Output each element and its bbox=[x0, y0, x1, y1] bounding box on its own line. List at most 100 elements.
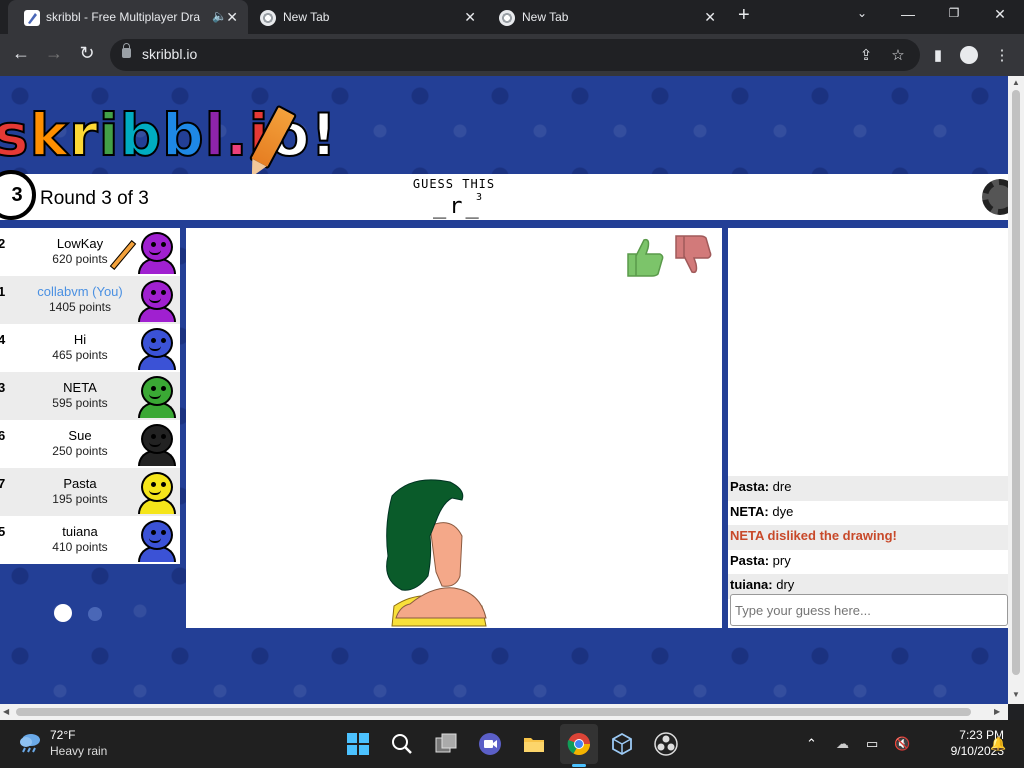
chat-text: pry bbox=[772, 552, 791, 568]
chat-message: NETA: dye bbox=[728, 501, 1008, 526]
minimize-icon[interactable]: — bbox=[898, 6, 918, 22]
player-name: NETA bbox=[63, 380, 97, 395]
new-tab-button[interactable]: + bbox=[738, 4, 750, 27]
guess-input[interactable] bbox=[730, 594, 1008, 626]
close-window-icon[interactable]: ✕ bbox=[990, 6, 1010, 23]
page-dot[interactable] bbox=[88, 607, 102, 621]
chrome-taskbar-icon[interactable] bbox=[567, 732, 591, 756]
close-tab-icon[interactable]: ✕ bbox=[464, 9, 476, 26]
restore-icon[interactable]: ❐ bbox=[944, 6, 964, 20]
share-icon[interactable]: ⇪ bbox=[856, 46, 876, 64]
tab-strip: skribbl - Free Multiplayer Dra 🔈 ✕ New T… bbox=[0, 0, 1024, 34]
browser-toolbar: ← → ↻ skribbl.io ⇪ ☆ ▮ ⋮ bbox=[0, 34, 1024, 76]
menu-icon[interactable]: ⋮ bbox=[992, 46, 1012, 64]
profile-icon[interactable] bbox=[960, 46, 978, 64]
chrome-icon bbox=[499, 10, 515, 26]
chat-author: Pasta: bbox=[730, 479, 770, 494]
player-avatar bbox=[138, 280, 176, 322]
player-name: Sue bbox=[68, 428, 92, 443]
player-avatar bbox=[138, 472, 176, 514]
task-view-icon[interactable] bbox=[434, 732, 458, 756]
player-points: 250 points bbox=[52, 444, 108, 458]
horizontal-scrollbar[interactable]: ◀ ▶ bbox=[0, 704, 1008, 720]
start-windows-icon[interactable] bbox=[346, 732, 370, 756]
chrome-icon bbox=[260, 10, 276, 26]
chat-author: tuiana: bbox=[730, 577, 773, 592]
tab-title: New Tab bbox=[283, 10, 330, 24]
chat-author: NETA: bbox=[730, 503, 769, 519]
player-avatar bbox=[138, 376, 176, 418]
player-name: collabvm (You) bbox=[37, 284, 123, 299]
tab-search-icon[interactable]: ⌄ bbox=[852, 6, 872, 20]
word-length: 3 bbox=[476, 192, 483, 203]
weather-desc: Heavy rain bbox=[50, 744, 108, 758]
player-row[interactable]: 4 Hi 465 points bbox=[0, 324, 180, 372]
chat-system-message: NETA disliked the drawing! bbox=[728, 525, 1008, 550]
drawing-canvas[interactable] bbox=[186, 228, 722, 628]
player-avatar bbox=[138, 232, 176, 274]
reload-icon[interactable]: ↻ bbox=[75, 43, 99, 64]
tab-title: skribbl - Free Multiplayer Dra bbox=[46, 10, 201, 24]
network-icon[interactable]: ▭ bbox=[866, 736, 878, 752]
tab-new-tab-2[interactable]: New Tab ✕ bbox=[490, 0, 728, 34]
logo-letter: i bbox=[98, 100, 120, 170]
thumbs-down-icon[interactable] bbox=[672, 234, 714, 278]
logo-letter: ! bbox=[309, 100, 338, 170]
obs-icon[interactable] bbox=[654, 732, 678, 756]
back-icon[interactable]: ← bbox=[9, 43, 33, 64]
logo-letter: b bbox=[161, 100, 205, 170]
player-avatar bbox=[138, 520, 176, 562]
forward-icon[interactable]: → bbox=[42, 43, 66, 64]
meet-video-icon[interactable] bbox=[478, 732, 502, 756]
close-tab-icon[interactable]: ✕ bbox=[226, 9, 238, 26]
player-name: tuiana bbox=[62, 524, 98, 539]
url-text: skribbl.io bbox=[142, 46, 198, 62]
round-text: Round 3 of 3 bbox=[40, 188, 149, 209]
player-name: Pasta bbox=[63, 476, 97, 491]
player-points: 595 points bbox=[52, 396, 108, 410]
side-panel-icon[interactable]: ▮ bbox=[928, 46, 948, 64]
page-viewport: skribbl.io! 3 Round 3 of 3 GUESS THIS _r… bbox=[0, 76, 1008, 704]
player-avatar bbox=[138, 424, 176, 466]
tab-title: New Tab bbox=[522, 10, 569, 24]
chat-text: dre bbox=[772, 479, 792, 494]
tray-chevron-icon[interactable]: ⌃ bbox=[806, 736, 817, 752]
player-row[interactable]: 7 Pasta 195 points bbox=[0, 468, 180, 516]
volume-muted-icon[interactable]: 🔇 bbox=[894, 736, 910, 752]
player-row[interactable]: 2 LowKay 620 points bbox=[0, 228, 180, 276]
notification-bell-icon[interactable]: 🔔 bbox=[990, 736, 1006, 752]
file-explorer-icon[interactable] bbox=[522, 732, 546, 756]
onedrive-icon[interactable]: ☁ bbox=[836, 736, 849, 752]
chat-messages: Pasta: dre NETA: dye NETA disliked the dra… bbox=[728, 476, 1008, 599]
weather-rain-icon[interactable] bbox=[18, 730, 42, 754]
speaker-icon[interactable]: 🔈 bbox=[212, 9, 227, 23]
player-row[interactable]: 1 collabvm (You) 1405 points bbox=[0, 276, 180, 324]
tab-new-tab-1[interactable]: New Tab ✕ bbox=[250, 0, 488, 34]
word-hint: _r_ bbox=[433, 194, 482, 219]
player-row[interactable]: 6 Sue 250 points bbox=[0, 420, 180, 468]
windows-taskbar: 72°F Heavy rain ⌃ ☁ ▭ 🔇 7:23 PM 9/10/202… bbox=[0, 720, 1024, 768]
active-indicator bbox=[572, 764, 586, 767]
search-icon[interactable] bbox=[390, 732, 414, 756]
bookmark-star-icon[interactable]: ☆ bbox=[888, 46, 908, 64]
player-row[interactable]: 3 NETA 595 points bbox=[0, 372, 180, 420]
player-points: 620 points bbox=[52, 252, 108, 266]
chat-message: Pasta: dre bbox=[728, 476, 1008, 501]
drawing-figure bbox=[386, 479, 487, 627]
address-bar[interactable]: skribbl.io bbox=[110, 39, 920, 71]
vertical-scroll-thumb[interactable] bbox=[1012, 90, 1020, 675]
player-row[interactable]: 5 tuiana 410 points bbox=[0, 516, 180, 564]
thumbs-up-icon[interactable] bbox=[624, 234, 666, 278]
page-dot-active[interactable] bbox=[54, 604, 72, 622]
tab-skribbl[interactable]: skribbl - Free Multiplayer Dra 🔈 ✕ bbox=[8, 0, 248, 34]
weather-temp: 72°F bbox=[50, 728, 76, 742]
vertical-scrollbar[interactable]: ▲ ▼ bbox=[1008, 76, 1024, 704]
close-tab-icon[interactable]: ✕ bbox=[704, 9, 716, 26]
lock-icon bbox=[122, 43, 131, 58]
horizontal-scroll-thumb[interactable] bbox=[16, 708, 971, 716]
virtualbox-icon[interactable] bbox=[610, 732, 634, 756]
logo-letter: s bbox=[0, 100, 30, 170]
logo-letter: l bbox=[204, 100, 226, 170]
chat-message: Pasta: pry bbox=[728, 550, 1008, 575]
chat-panel: Pasta: dre NETA: dye NETA disliked the dra… bbox=[728, 228, 1008, 628]
